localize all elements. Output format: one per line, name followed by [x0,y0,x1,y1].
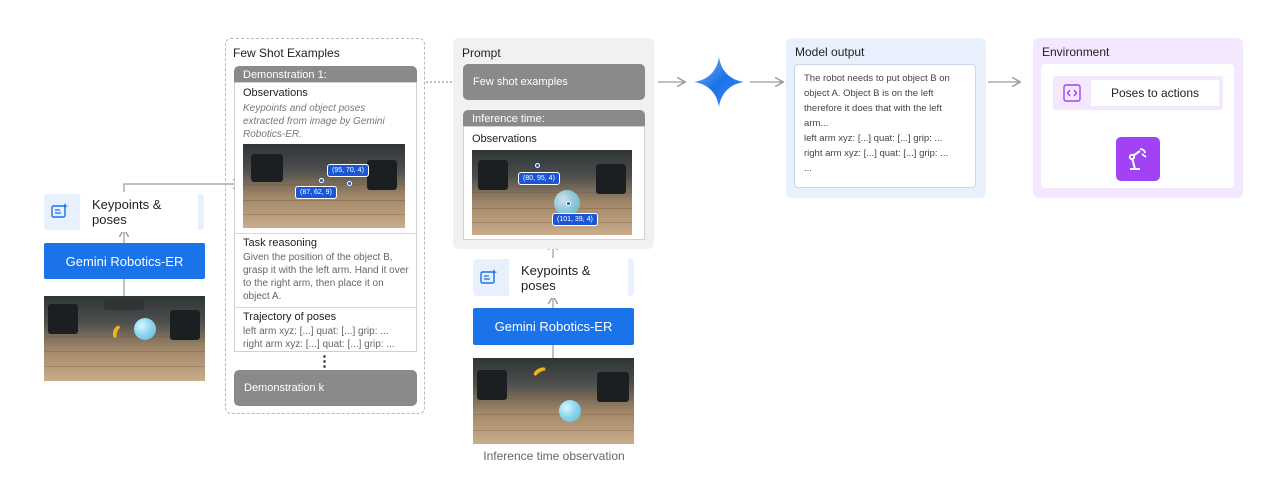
model-line: left arm xyz: [...] quat: [...] grip: ..… [804,133,943,144]
model-output-title: Model output [795,45,865,59]
robot-arm-icon [1116,137,1160,181]
trajectory-line-2: right arm xyz: [...] quat: [...] grip: .… [243,339,395,350]
task-reasoning-text: Given the position of the object B, gras… [243,252,409,302]
left-chip-label: Keypoints & poses [80,192,198,232]
middle-gemini-robotics-er-button[interactable]: Gemini Robotics-ER [473,308,634,345]
sparkle-list-icon [479,267,499,289]
sparkle-list-icon [50,201,70,223]
fs-keypoint-1: (95, 70, 4) [327,164,369,177]
left-robot-photo [44,296,205,381]
fs-keypoint-2: (87, 62, 9) [295,186,337,199]
left-gemini-robotics-er-button[interactable]: Gemini Robotics-ER [44,243,205,279]
environment-inner: Poses to actions [1041,64,1234,188]
fs-observations-desc: Keypoints and object poses extracted fro… [243,103,385,140]
gemini-sparkle-icon [692,55,746,109]
inference-card: Observations (80, 95, 4) (101, 39, 4) [463,126,645,240]
prompt-title: Prompt [462,46,501,60]
middle-keypoints-chip: Keypoints & poses [473,257,634,298]
environment-title: Environment [1042,45,1110,59]
model-line: object A. Object B is on the left [804,88,934,99]
poses-to-actions-chip: Poses to actions [1053,76,1223,110]
demo-k-pill: Demonstration k [234,370,417,406]
environment-panel: Environment Poses to actions [1033,38,1243,198]
code-brackets-icon [1063,84,1081,102]
demo1-header: Demonstration 1: [234,66,417,83]
model-line: arm... [804,118,829,129]
model-line: therefore it does that with the left [804,103,942,114]
inference-time-header: Inference time: [463,110,645,127]
prompt-keypoint-2: (101, 39, 4) [552,213,598,226]
model-line: ... [804,163,812,174]
vertical-ellipsis: ⋮ [317,353,332,370]
poses-to-actions-label: Poses to actions [1091,80,1219,106]
middle-chip-label: Keypoints & poses [509,257,628,298]
model-output-panel: Model output The robot needs to put obje… [786,38,986,198]
prompt-keypoint-1: (80, 95, 4) [518,172,560,185]
model-line: right arm xyz: [...] quat: [...] grip: .… [804,148,949,159]
prompt-observations-title: Observations [472,133,537,145]
model-output-text: The robot needs to put object B on objec… [794,64,976,188]
left-keypoints-chip: Keypoints & poses [44,192,204,232]
fs-observation-image: (95, 70, 4) (87, 62, 9) [243,144,405,228]
trajectory-title: Trajectory of poses [243,311,337,323]
inference-caption: Inference time observation [483,449,625,463]
prompt-observation-image: (80, 95, 4) (101, 39, 4) [472,150,632,235]
trajectory-line-1: left arm xyz: [...] quat: [...] grip: ..… [243,326,389,337]
inference-observation-photo [473,358,634,444]
few-shot-examples-pill: Few shot examples [463,64,645,100]
demo1-card: Observations Keypoints and object poses … [234,82,417,352]
fs-observations-title: Observations [243,87,308,99]
few-shot-title: Few Shot Examples [233,46,340,60]
task-reasoning-title: Task reasoning [243,237,317,249]
model-line: The robot needs to put object B on [804,73,950,84]
